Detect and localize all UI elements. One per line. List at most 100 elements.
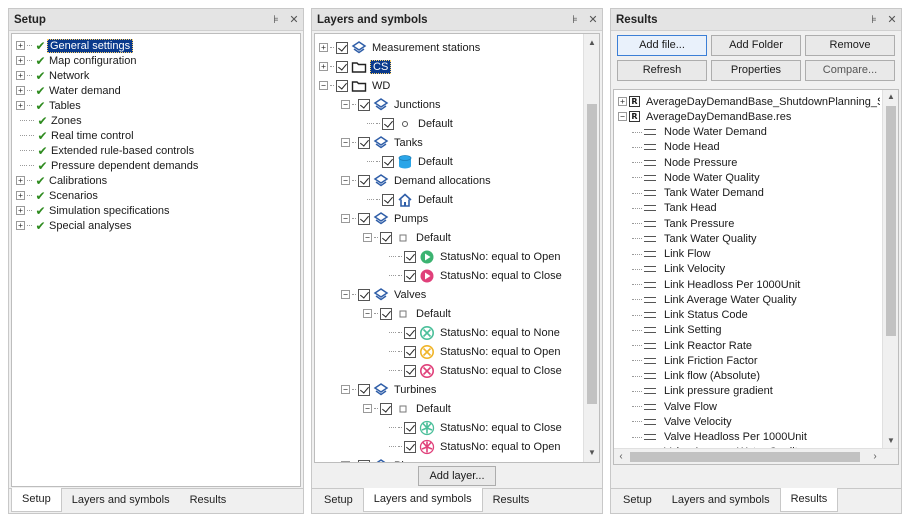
expand-icon[interactable]: + (16, 176, 25, 185)
result-file-item[interactable]: + R AverageDayDemandBase_ShutdownPlanning_… (618, 94, 880, 109)
result-item-valve-headloss-per-1000unit[interactable]: Valve Headloss Per 1000Unit (618, 430, 880, 445)
visibility-checkbox[interactable] (358, 383, 370, 396)
result-item-tank-water-quality[interactable]: Tank Water Quality (618, 231, 880, 246)
tree-item-tables[interactable]: + ✔ Tables (16, 98, 300, 113)
layer-item-default[interactable]: − Default (319, 399, 599, 418)
visibility-checkbox[interactable] (404, 326, 416, 339)
tab-results[interactable]: Results (483, 489, 540, 511)
collapse-icon[interactable]: − (341, 100, 350, 109)
tree-item-zones[interactable]: ✔ Zones (16, 113, 300, 128)
expand-icon[interactable]: + (16, 86, 25, 95)
result-item-link-headloss-per-1000unit[interactable]: Link Headloss Per 1000Unit (618, 277, 880, 292)
visibility-checkbox[interactable] (336, 79, 348, 92)
expand-icon[interactable]: + (16, 206, 25, 215)
collapse-icon[interactable]: − (319, 81, 328, 90)
close-icon[interactable]: ✕ (285, 11, 303, 29)
layer-item-default[interactable]: Default (319, 152, 599, 171)
layer-item-statusno-equal-to-close[interactable]: StatusNo: equal to Close (319, 361, 599, 380)
collapse-icon[interactable]: − (363, 309, 372, 318)
tab-setup[interactable]: Setup (314, 489, 363, 511)
result-item-node-pressure[interactable]: Node Pressure (618, 155, 880, 170)
layer-item-statusno-equal-to-open[interactable]: StatusNo: equal to Open (319, 247, 599, 266)
expand-icon[interactable]: + (16, 71, 25, 80)
visibility-checkbox[interactable] (404, 250, 416, 263)
tree-item-extended-rule-based-controls[interactable]: ✔ Extended rule-based controls (16, 143, 300, 158)
scroll-right-icon[interactable]: › (868, 449, 882, 464)
visibility-checkbox[interactable] (358, 212, 370, 225)
refresh-button[interactable]: Refresh (617, 60, 707, 81)
layer-item-turbines[interactable]: − Turbines (319, 380, 599, 399)
visibility-checkbox[interactable] (336, 60, 348, 73)
result-item-link-status-code[interactable]: Link Status Code (618, 308, 880, 323)
collapse-icon[interactable]: − (341, 176, 350, 185)
scroll-down-icon[interactable]: ▼ (883, 434, 898, 448)
scroll-left-icon[interactable]: ‹ (614, 449, 628, 464)
expand-icon[interactable]: + (618, 97, 627, 107)
visibility-checkbox[interactable] (382, 117, 394, 130)
layer-item-tanks[interactable]: − Tanks (319, 133, 599, 152)
tab-layers-and-symbols[interactable]: Layers and symbols (662, 489, 780, 511)
layers-scrollbar[interactable]: ▲ ▼ (583, 34, 599, 462)
remove-button[interactable]: Remove (805, 35, 895, 56)
result-item-node-head[interactable]: Node Head (618, 140, 880, 155)
close-icon[interactable]: ✕ (883, 11, 901, 29)
results-vscroll-thumb[interactable] (886, 106, 896, 336)
visibility-checkbox[interactable] (404, 269, 416, 282)
visibility-checkbox[interactable] (358, 136, 370, 149)
result-item-link-friction-factor[interactable]: Link Friction Factor (618, 353, 880, 368)
layer-item-default[interactable]: − Default (319, 228, 599, 247)
tab-setup[interactable]: Setup (613, 489, 662, 511)
pin-icon[interactable]: ⊧ (267, 11, 285, 29)
properties-button[interactable]: Properties (711, 60, 801, 81)
compare-button[interactable]: Compare... (805, 60, 895, 81)
tree-item-special-analyses[interactable]: + ✔ Special analyses (16, 218, 300, 233)
result-file-item[interactable]: − R AverageDayDemandBase.res (618, 109, 880, 124)
layer-item-cs[interactable]: + CS (319, 57, 599, 76)
layer-item-junctions[interactable]: − Junctions (319, 95, 599, 114)
layer-item-demand-allocations[interactable]: − Demand allocations (319, 171, 599, 190)
tab-results[interactable]: Results (779, 488, 839, 512)
results-vscrollbar[interactable]: ▲ ▼ (882, 90, 898, 448)
result-item-tank-head[interactable]: Tank Head (618, 201, 880, 216)
add-file-button[interactable]: Add file... (617, 35, 707, 56)
pin-icon[interactable]: ⊧ (865, 11, 883, 29)
results-hscroll-thumb[interactable] (630, 452, 860, 462)
result-item-link-average-water-quality[interactable]: Link Average Water Quality (618, 292, 880, 307)
layer-item-default[interactable]: Default (319, 190, 599, 209)
visibility-checkbox[interactable] (404, 364, 416, 377)
layer-item-statusno-equal-to-close[interactable]: StatusNo: equal to Close (319, 418, 599, 437)
visibility-checkbox[interactable] (404, 421, 416, 434)
results-hscrollbar[interactable]: ‹ › (614, 448, 898, 464)
tree-item-map-configuration[interactable]: + ✔ Map configuration (16, 53, 300, 68)
tree-item-pressure-dependent-demands[interactable]: ✔ Pressure dependent demands (16, 158, 300, 173)
result-item-link-setting[interactable]: Link Setting (618, 323, 880, 338)
collapse-icon[interactable]: − (341, 138, 350, 147)
expand-icon[interactable]: + (16, 221, 25, 230)
layer-item-statusno-equal-to-open[interactable]: StatusNo: equal to Open (319, 342, 599, 361)
result-item-link-flow[interactable]: Link Flow (618, 247, 880, 262)
layer-item-measurement-stations[interactable]: + Measurement stations (319, 38, 599, 57)
tab-results[interactable]: Results (180, 489, 237, 511)
tab-layers-and-symbols[interactable]: Layers and symbols (362, 488, 483, 512)
result-item-valve-flow[interactable]: Valve Flow (618, 399, 880, 414)
visibility-checkbox[interactable] (336, 41, 348, 54)
visibility-checkbox[interactable] (382, 155, 394, 168)
collapse-icon[interactable]: − (341, 461, 350, 462)
result-item-tank-pressure[interactable]: Tank Pressure (618, 216, 880, 231)
result-item-link-flow-absolute-[interactable]: Link flow (Absolute) (618, 369, 880, 384)
result-item-node-water-quality[interactable]: Node Water Quality (618, 170, 880, 185)
tab-setup[interactable]: Setup (11, 488, 62, 512)
layer-item-statusno-equal-to-close[interactable]: StatusNo: equal to Close (319, 266, 599, 285)
close-icon[interactable]: ✕ (584, 11, 602, 29)
result-item-tank-water-demand[interactable]: Tank Water Demand (618, 186, 880, 201)
tree-item-water-demand[interactable]: + ✔ Water demand (16, 83, 300, 98)
scroll-down-icon[interactable]: ▼ (584, 446, 599, 460)
visibility-checkbox[interactable] (404, 440, 416, 453)
add-folder-button[interactable]: Add Folder (711, 35, 801, 56)
visibility-checkbox[interactable] (358, 174, 370, 187)
collapse-icon[interactable]: − (363, 233, 372, 242)
collapse-icon[interactable]: − (618, 112, 627, 122)
pin-icon[interactable]: ⊧ (566, 11, 584, 29)
tree-item-calibrations[interactable]: + ✔ Calibrations (16, 173, 300, 188)
expand-icon[interactable]: + (16, 101, 25, 110)
